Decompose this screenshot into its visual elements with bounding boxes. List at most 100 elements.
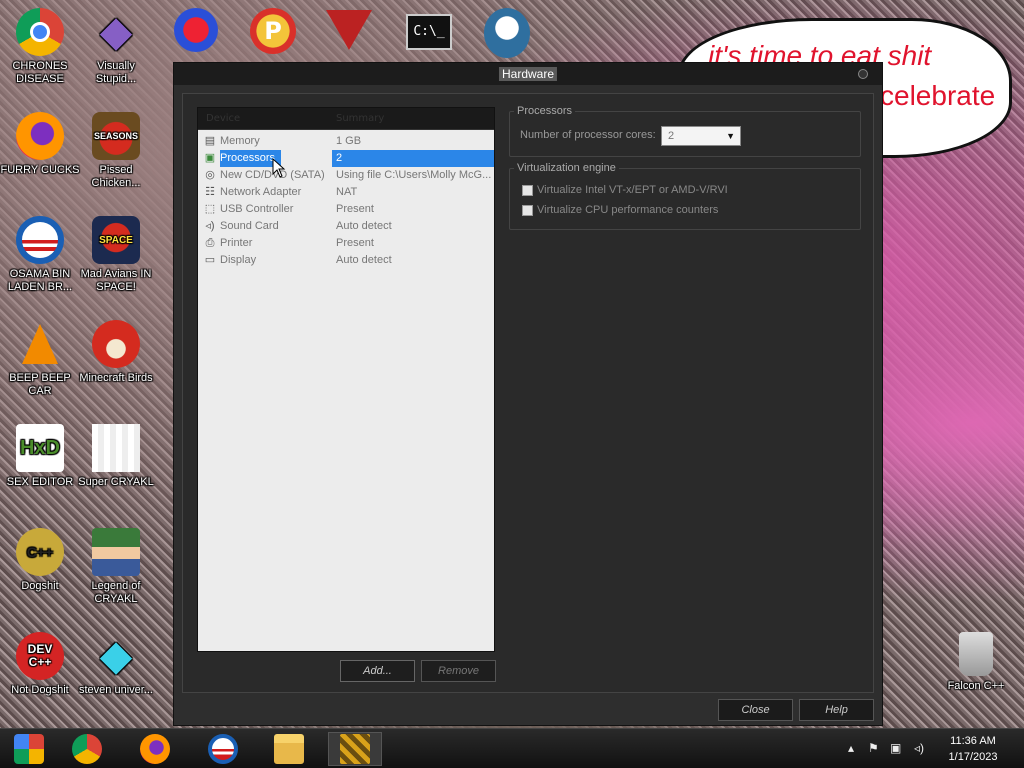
taskbar-app-file-explorer[interactable] (262, 732, 316, 766)
virtualize-perf-counters-label: Virtualize CPU performance counters (537, 204, 719, 216)
dev-cpp-icon: DEV C++ (16, 632, 64, 680)
desktop-icon-label: Mad Avians IN SPACE! (80, 268, 152, 293)
taskbar-app-firefox[interactable] (128, 732, 182, 766)
clock[interactable]: 11:36 AM 1/17/2023 (938, 733, 1008, 765)
file-explorer-icon (274, 734, 304, 764)
desktop-icon-firefox[interactable]: FURRY CUCKS (0, 112, 80, 177)
device-name: Display (220, 254, 257, 266)
hxd-icon: HxD (16, 424, 64, 472)
virtualize-vtx-label: Virtualize Intel VT-x/EPT or AMD-V/RVI (537, 184, 728, 196)
desktop-icon-beep-beep-car[interactable]: BEEP BEEP CAR (0, 320, 80, 398)
hardware-list-header: Device Summary (198, 108, 494, 130)
chevron-up-icon[interactable]: ▴ (848, 741, 854, 755)
desktop-icon-legend-of-cryakl[interactable]: Legend of CRYAKL (76, 528, 156, 606)
desktop-icon-label: SEX EDITOR (6, 476, 74, 488)
device-name: Sound Card (220, 220, 279, 232)
taskbar-app-obama[interactable] (196, 732, 250, 766)
help-button[interactable]: Help (799, 699, 874, 721)
device-name: Memory (220, 135, 260, 147)
hardware-row-processors[interactable]: ▣ Processors 2 (198, 150, 494, 167)
chrome-icon (16, 8, 64, 56)
window-close-icon[interactable] (858, 69, 868, 79)
desktop-icon-label: OSAMA BIN LADEN BR... (7, 268, 73, 293)
desktop-icon-pissed-chicken[interactable]: SEASONS Pissed Chicken... (76, 112, 156, 190)
desktop-icon-not-dogshit[interactable]: DEV C++ Not Dogshit (0, 632, 80, 697)
network-adapter-icon: ☷ (205, 186, 215, 198)
hardware-row-memory[interactable]: ▤ Memory 1 GB (198, 133, 494, 150)
terminal-icon[interactable]: C:\_ (406, 14, 452, 50)
desktop-icon-label: Dogshit (21, 580, 59, 592)
desktop-icon-label: steven univer... (79, 684, 153, 696)
system-tray: ▴ ⚑ ▣ ◃) 11:36 AM 1/17/2023 (824, 729, 1024, 768)
hardware-row-sound-card[interactable]: ◃) Sound Card Auto detect (198, 218, 494, 235)
mouse-cursor-icon (272, 158, 286, 178)
diamond-icon: ◆ (100, 633, 132, 678)
processor-cores-value: 2 (668, 130, 675, 142)
taskbar-app-chrome-rainbow[interactable] (2, 732, 56, 766)
usb-icon: ⬚ (204, 203, 216, 215)
printer-icon: ⎙ (205, 237, 215, 249)
hardware-row-network-adapter[interactable]: ☷ Network Adapter NAT (198, 184, 494, 201)
device-summary: Present (336, 203, 374, 215)
clock-time: 11:36 AM (950, 735, 996, 747)
flag-icon[interactable]: ⚑ (868, 741, 879, 755)
desktop-icon-label: Pissed Chicken... (91, 164, 141, 189)
taskbar: ▴ ⚑ ▣ ◃) 11:36 AM 1/17/2023 (0, 728, 1024, 768)
pixel-character-icon (92, 424, 140, 472)
taskbar-app-vmware[interactable] (328, 732, 382, 766)
device-summary: Auto detect (336, 220, 392, 232)
desktop-icon-dogshit[interactable]: C++ Dogshit (0, 528, 80, 593)
vmware-icon (340, 734, 370, 764)
desktop-icon-super-cryakl[interactable]: Super CRYAKL (76, 424, 156, 489)
hardware-list[interactable]: Device Summary ▤ Memory 1 GB ▣ Processor… (197, 107, 495, 652)
obama-logo-icon (208, 734, 238, 764)
desktop-icon-game-p[interactable]: P (250, 8, 296, 54)
network-icon[interactable]: ▣ (890, 741, 901, 755)
volume-icon[interactable]: ◃) (914, 741, 924, 755)
firefox-icon (16, 112, 64, 160)
angry-birds-seasons-icon: SEASONS (92, 112, 140, 160)
remove-hardware-button[interactable]: Remove (421, 660, 496, 682)
processor-cores-select[interactable]: 2 ▼ (661, 126, 741, 146)
pixel-hero-icon (92, 528, 140, 576)
desktop-icon-chrome[interactable]: CHRONES DISEASE (0, 8, 80, 86)
speaker-icon: ◃) (205, 220, 215, 232)
hardware-row-usb-controller[interactable]: ⬚ USB Controller Present (198, 201, 494, 218)
device-name: Network Adapter (220, 186, 302, 198)
obama-logo-icon (16, 216, 64, 264)
desktop-icon-sex-editor[interactable]: HxD SEX EDITOR (0, 424, 80, 489)
hardware-row-display[interactable]: ▭ Display Auto detect (198, 252, 494, 269)
virtualization-group-legend: Virtualization engine (514, 162, 619, 174)
device-summary: 2 (336, 152, 343, 164)
window-titlebar[interactable]: Hardware (174, 63, 882, 85)
desktop-icon-falcon-cpp[interactable]: Falcon C++ (936, 632, 1016, 693)
hardware-row-printer[interactable]: ⎙ Printer Present (198, 235, 494, 252)
firefox-icon (140, 734, 170, 764)
desktop-icon-game-red[interactable] (326, 10, 372, 50)
angry-birds-space-icon: SPACE (92, 216, 140, 264)
device-summary: Present (336, 237, 374, 249)
device-summary: Using file C:\Users\Molly McG... (336, 169, 492, 181)
desktop-icon-label: Falcon C++ (947, 680, 1005, 692)
close-button[interactable]: Close (718, 699, 793, 721)
desktop-icon-santa[interactable] (484, 8, 530, 58)
device-name: Printer (220, 237, 253, 249)
taskbar-app-chrome[interactable] (60, 732, 114, 766)
desktop-icon-mad-avians[interactable]: SPACE Mad Avians IN SPACE! (76, 216, 156, 294)
desktop-icon-minecraft-birds[interactable]: Minecraft Birds (76, 320, 156, 385)
virtualize-vtx-checkbox[interactable] (522, 185, 533, 196)
desktop-icon-label: Super CRYAKL (78, 476, 154, 488)
desktop-icon-label: Minecraft Birds (79, 372, 153, 384)
add-hardware-button[interactable]: Add... (340, 660, 415, 682)
hardware-row-cd-dvd[interactable]: ◎ New CD/DVD (SATA) Using file C:\Users\… (198, 167, 494, 184)
desktop-icon-steven-universe[interactable]: ◆ steven univer... (76, 632, 156, 697)
desktop-icon-osama[interactable]: OSAMA BIN LADEN BR... (0, 216, 80, 294)
desktop-icon-visual-studio[interactable]: ◆ Visually Stupid... (76, 8, 156, 86)
column-header-summary[interactable]: Summary (336, 113, 384, 124)
column-header-device[interactable]: Device (206, 113, 240, 124)
desktop-icon-label: Legend of CRYAKL (91, 580, 141, 605)
desktop-icon-game-2[interactable] (174, 8, 218, 52)
virtualize-perf-counters-checkbox[interactable] (522, 205, 533, 216)
virtualization-group (509, 168, 861, 230)
memory-icon: ▤ (204, 135, 216, 147)
